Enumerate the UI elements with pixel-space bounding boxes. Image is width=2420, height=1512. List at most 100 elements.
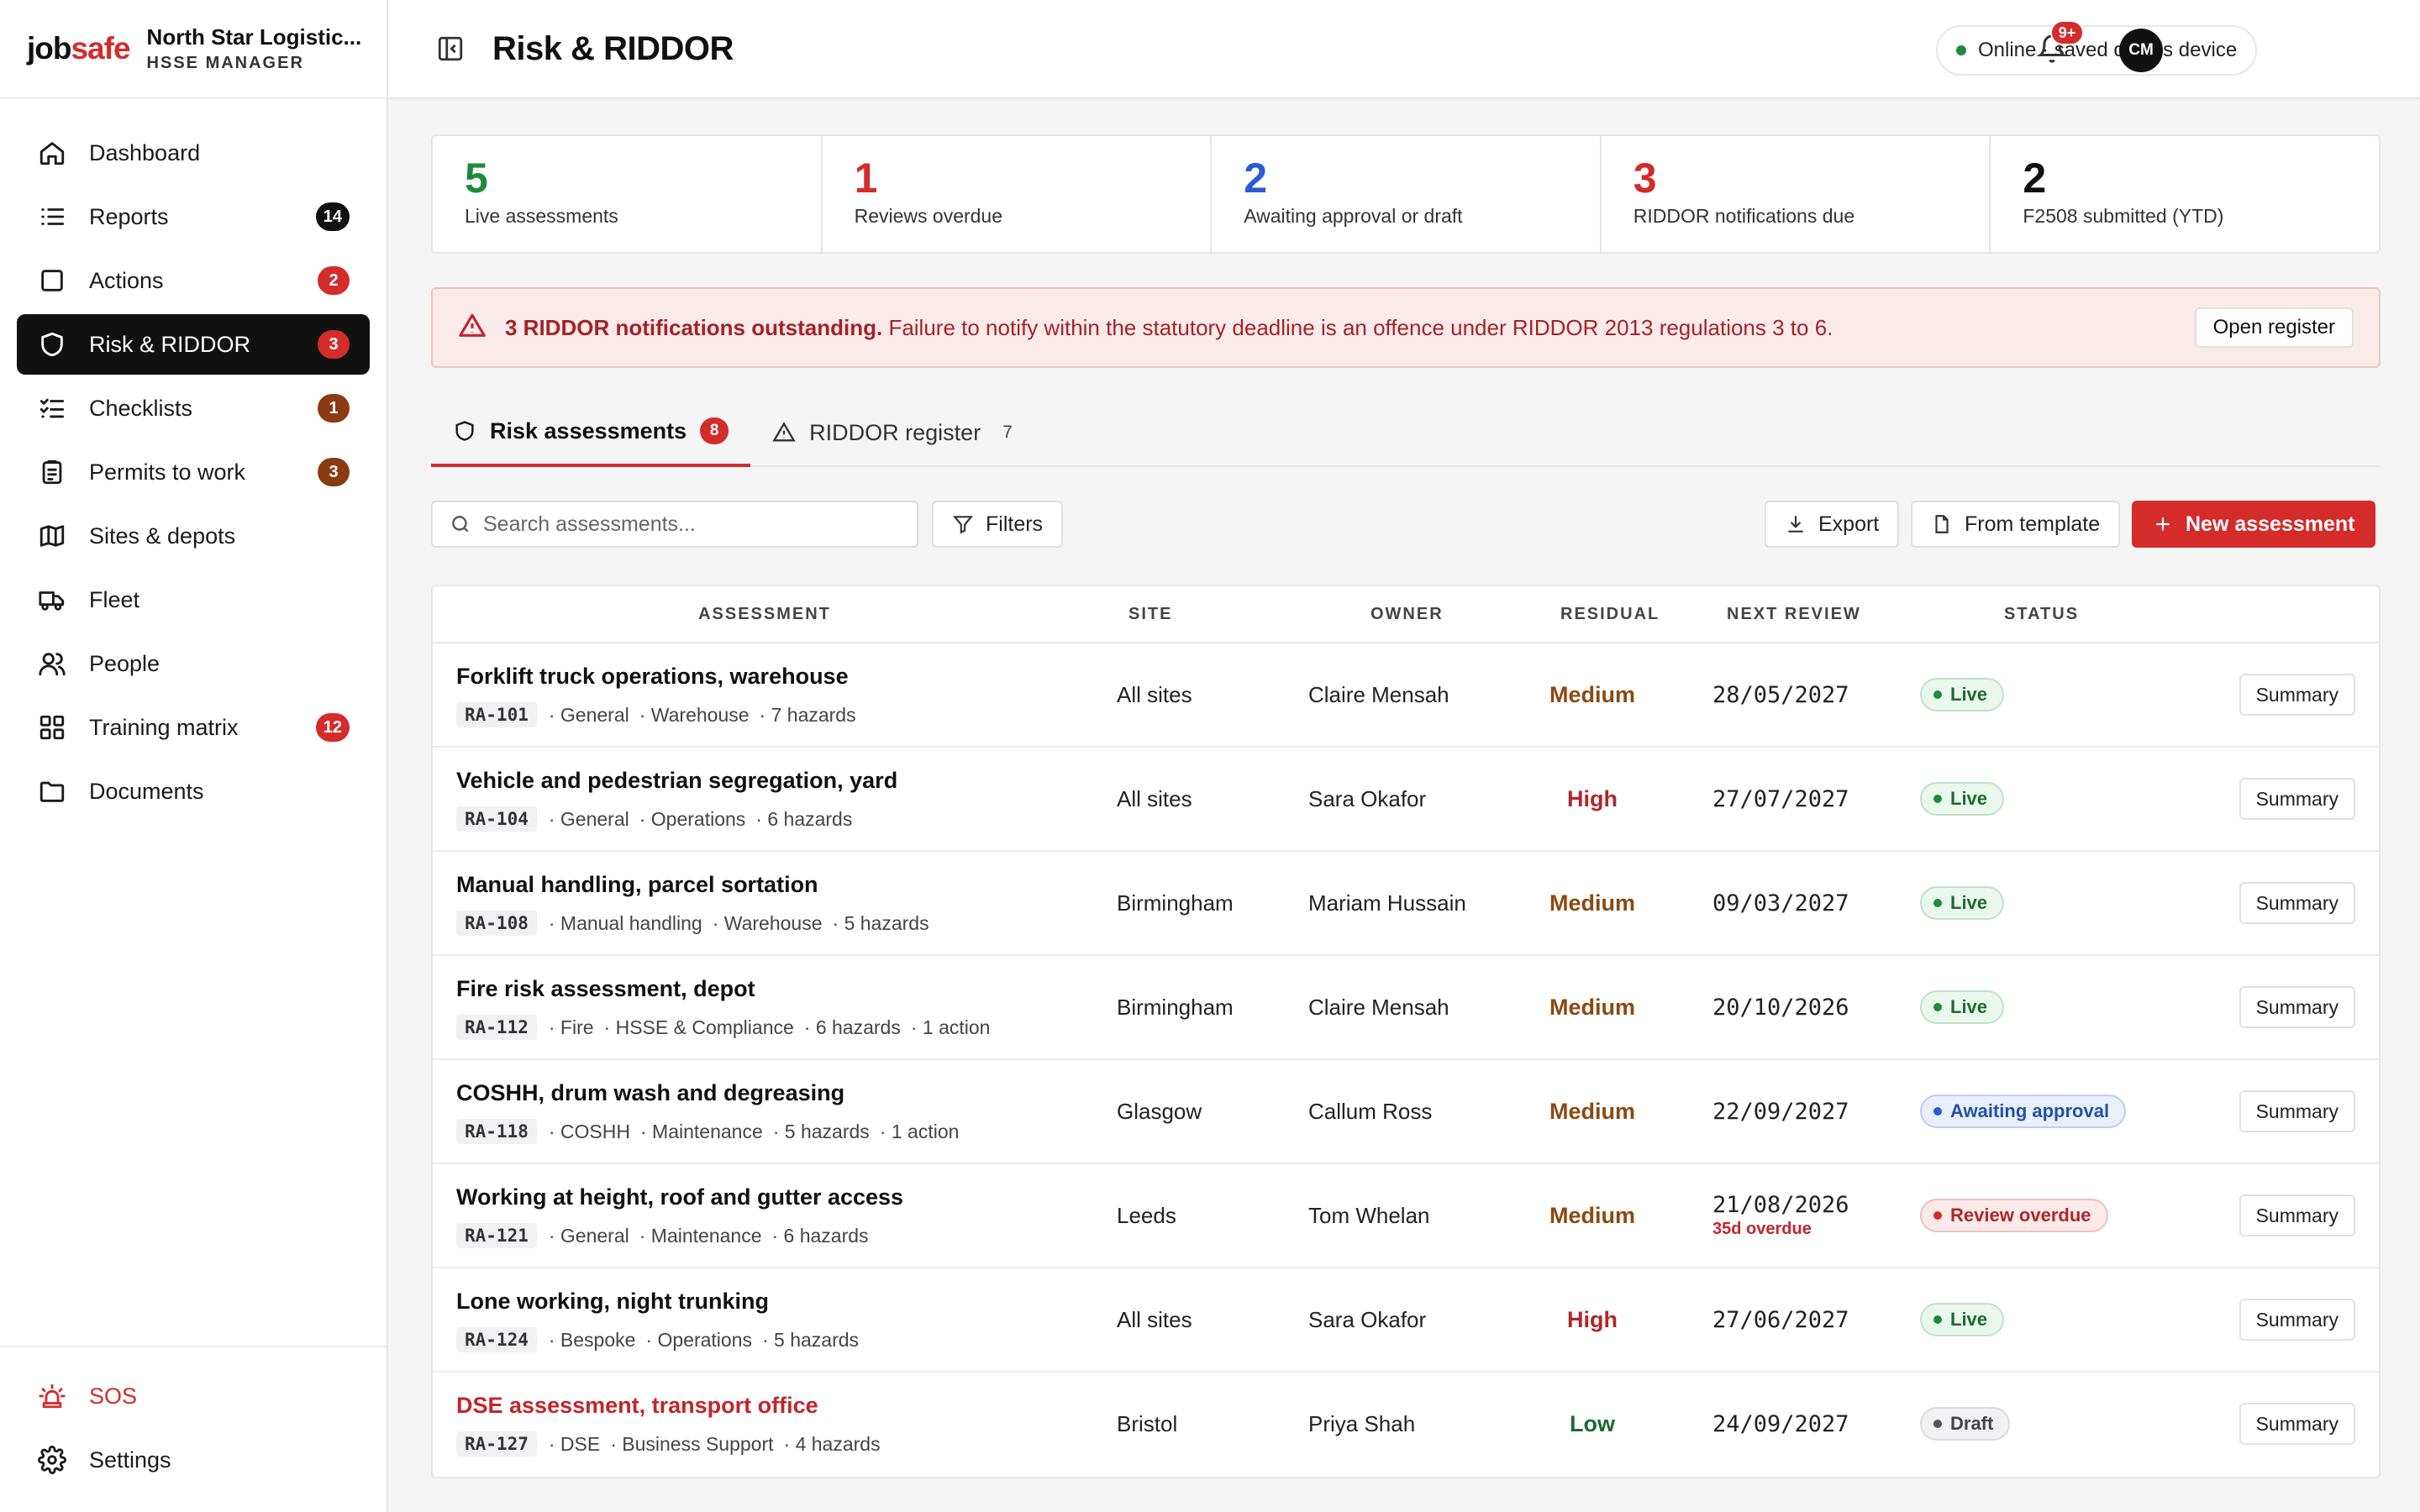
sidebar-item-label: People [89, 650, 160, 676]
siren-icon [37, 1381, 67, 1411]
sidebar-item-label: Fleet [89, 586, 140, 612]
col-site[interactable]: SITE [1128, 586, 1172, 642]
connection-status-text: Online · saved on this device [1978, 39, 2238, 61]
avatar[interactable]: CM [2119, 29, 2163, 72]
connection-status: Online · saved on this device [1936, 25, 2258, 76]
warning-icon [772, 422, 796, 442]
download-icon [1788, 516, 1803, 533]
export-button[interactable]: Export [1765, 501, 1900, 548]
col-status[interactable]: STATUS [2004, 586, 2079, 642]
table-row[interactable]: Lone working, night trunking RA-124 · Besp… [433, 1268, 2379, 1373]
stat-card[interactable]: 2 Awaiting approval or draft [1212, 136, 1602, 252]
sidebar-item-permits-to-work[interactable]: Permits to work 3 [17, 442, 370, 502]
assessment-meta: · 5 hazards [832, 911, 929, 934]
assessment-id: RA-124 [456, 1327, 537, 1352]
assessment-meta: · General [548, 1224, 629, 1247]
sidebar-item-settings[interactable]: Settings [17, 1430, 370, 1490]
col-owner[interactable]: OWNER [1370, 586, 1444, 642]
assessment-title[interactable]: COSHH, drum wash and degreasing [456, 1080, 844, 1106]
sidebar-item-sites-depots[interactable]: Sites & depots [17, 506, 370, 566]
assessment-title[interactable]: Lone working, night trunking [456, 1289, 769, 1315]
col-assessment[interactable]: ASSESSMENT [433, 586, 1097, 642]
assessment-title[interactable]: DSE assessment, transport office [456, 1393, 818, 1419]
sidebar-item-dashboard[interactable]: Dashboard [17, 123, 370, 183]
summary-button[interactable]: Summary [2238, 778, 2355, 820]
summary-button[interactable]: Summary [2238, 882, 2355, 924]
table-row[interactable]: Vehicle and pedestrian segregation, yard… [433, 748, 2379, 852]
assessment-meta: · 5 hazards [772, 1120, 870, 1142]
summary-button[interactable]: Summary [2238, 1299, 2355, 1341]
status-text: Awaiting approval [1950, 1100, 2110, 1121]
sidebar-item-checklists[interactable]: Checklists 1 [17, 378, 370, 438]
stat-label: RIDDOR notifications due [1633, 205, 1855, 227]
assessment-meta: · 6 hazards [803, 1016, 901, 1038]
assessment-title[interactable]: Fire risk assessment, depot [456, 976, 755, 1002]
filters-button[interactable]: Filters [932, 501, 1064, 548]
stat-card[interactable]: 1 Reviews overdue [823, 136, 1213, 252]
collapse-sidebar-button[interactable] [434, 32, 467, 66]
sidebar-item-label: Risk & RIDDOR [89, 331, 251, 357]
table-row[interactable]: Manual handling, parcel sortation RA-108 ·… [433, 852, 2379, 956]
sidebar-item-badge: 3 [318, 458, 350, 486]
summary-button[interactable]: Summary [2238, 674, 2355, 716]
stat-card[interactable]: 3 RIDDOR notifications due [1602, 136, 1991, 252]
table-row[interactable]: DSE assessment, transport office RA-127 · … [433, 1373, 2379, 1477]
tab-risk-assessments[interactable]: Risk assessments 8 [431, 398, 751, 467]
assessment-meta: · Bespoke [548, 1328, 636, 1351]
tab-riddor-register[interactable]: RIDDOR register 7 [750, 398, 1034, 467]
sidebar-item-documents[interactable]: Documents [17, 761, 370, 822]
sidebar-item-reports[interactable]: Reports 14 [17, 186, 370, 247]
sidebar-item-people[interactable]: People [17, 633, 370, 694]
riddor-alert: 3 RIDDOR notifications outstanding. Fail… [431, 287, 2381, 368]
assessment-id: RA-118 [456, 1119, 537, 1144]
assessment-title[interactable]: Manual handling, parcel sortation [456, 872, 818, 898]
from-template-button[interactable]: From template [1911, 501, 2121, 548]
assessment-title[interactable]: Forklift truck operations, warehouse [456, 664, 849, 690]
truck-icon [37, 585, 67, 615]
new-assessment-button[interactable]: New assessment [2132, 501, 2375, 548]
status-text: Live [1950, 1309, 1988, 1330]
col-residual[interactable]: RESIDUAL [1560, 586, 1660, 642]
next-review-cell: 24/09/2027 [1712, 1373, 1849, 1475]
table-body: Forklift truck operations, warehouse RA-1… [433, 643, 2379, 1477]
checkbox-icon [37, 265, 67, 296]
assessment-meta-line: RA-104 · General · Operations · 6 hazards [456, 806, 862, 832]
search-input[interactable] [483, 512, 903, 537]
stat-card[interactable]: 5 Live assessments [433, 136, 823, 252]
jobsafe-logo[interactable]: job safe [27, 31, 131, 66]
stat-label: Live assessments [465, 205, 618, 227]
brand: job safe North Star Logistic... HSSE MANA… [0, 0, 387, 99]
assessment-title[interactable]: Working at height, roof and gutter acces… [456, 1184, 903, 1210]
sidebar-item-training-matrix[interactable]: Training matrix 12 [17, 697, 370, 758]
owner-cell: Claire Mensah [1308, 994, 1449, 1020]
assessment-meta: · Fire [548, 1016, 594, 1038]
table-row[interactable]: Fire risk assessment, depot RA-112 · Fire ·… [433, 956, 2379, 1060]
assessment-meta-line: RA-112 · Fire · HSSE & Compliance · 6 hazar… [456, 1015, 1000, 1040]
sidebar-item-actions[interactable]: Actions 2 [17, 250, 370, 311]
stat-label: Reviews overdue [854, 205, 1003, 227]
table-row[interactable]: Forklift truck operations, warehouse RA-1… [433, 643, 2379, 748]
col-next-review[interactable]: NEXT REVIEW [1727, 586, 1861, 642]
table-row[interactable]: Working at height, roof and gutter acces… [433, 1164, 2379, 1268]
stat-card[interactable]: 2 F2508 submitted (YTD) [1991, 136, 2379, 252]
status-text: Live [1950, 684, 1988, 705]
sidebar-item-risk-riddor[interactable]: Risk & RIDDOR 3 [17, 314, 370, 375]
sidebar-item-sos[interactable]: SOS [17, 1366, 370, 1426]
status-dot [1933, 1003, 1942, 1011]
sidebar-item-label: Checklists [89, 395, 193, 421]
stat-value: 1 [854, 155, 878, 202]
summary-button[interactable]: Summary [2238, 1403, 2355, 1445]
sidebar-item-fleet[interactable]: Fleet [17, 570, 370, 630]
org-switcher[interactable]: North Star Logistic... HSSE MANAGER [147, 24, 362, 73]
status-cell: Review overdue [1920, 1164, 2108, 1267]
logo-safe-text: safe [71, 31, 130, 66]
tab-label: RIDDOR register [809, 419, 981, 445]
table-row[interactable]: COSHH, drum wash and degreasing RA-118 · C… [433, 1060, 2379, 1164]
summary-button[interactable]: Summary [2238, 1194, 2355, 1236]
summary-button[interactable]: Summary [2238, 1090, 2355, 1132]
summary-button[interactable]: Summary [2238, 986, 2355, 1028]
warning-icon [458, 312, 487, 344]
tab-count: 7 [1002, 423, 1013, 442]
assessment-title[interactable]: Vehicle and pedestrian segregation, yard [456, 768, 897, 794]
open-register-button[interactable]: Open register [2194, 307, 2354, 348]
